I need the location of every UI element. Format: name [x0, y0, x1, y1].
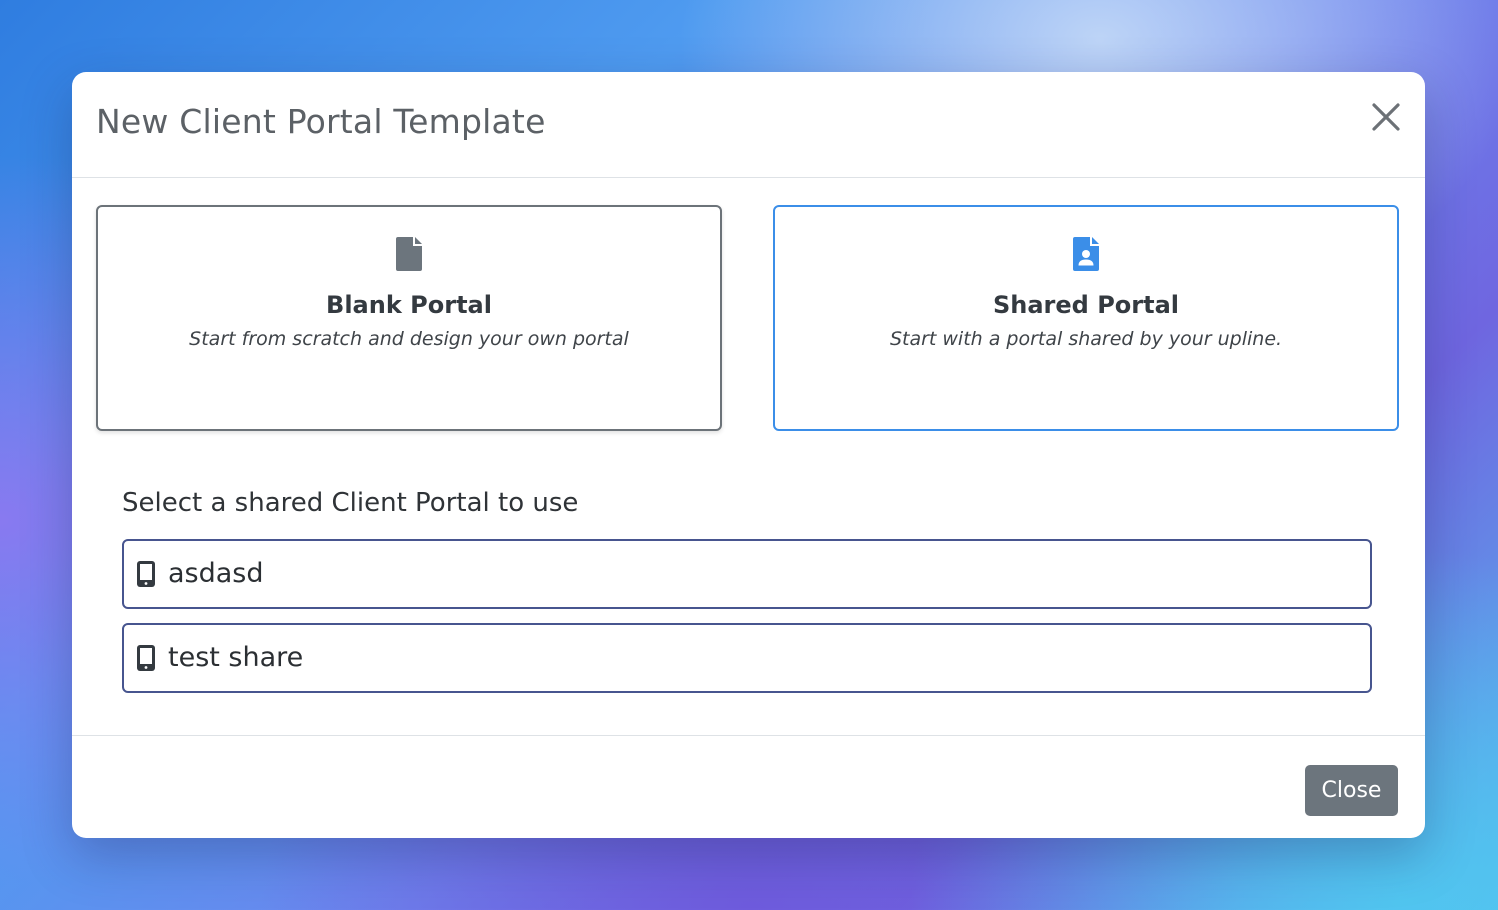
modal-footer: Close: [72, 735, 1425, 838]
shared-portal-description: Start with a portal shared by your uplin…: [889, 328, 1283, 350]
shared-portal-item[interactable]: test share: [122, 623, 1372, 693]
shared-portal-name: test share: [168, 642, 304, 673]
close-icon[interactable]: [1371, 102, 1401, 132]
user-file-icon: [1073, 237, 1099, 271]
new-template-modal: New Client Portal Template Blank Portal …: [72, 72, 1425, 838]
mobile-device-icon: [137, 561, 155, 587]
shared-portal-item[interactable]: asdasd: [122, 539, 1372, 609]
blank-portal-title: Blank Portal: [326, 291, 492, 319]
shared-portal-select-label: Select a shared Client Portal to use: [122, 488, 579, 518]
file-icon: [396, 237, 422, 271]
shared-portal-name: asdasd: [168, 558, 264, 589]
modal-title: New Client Portal Template: [96, 102, 546, 141]
blank-portal-option[interactable]: Blank Portal Start from scratch and desi…: [96, 205, 722, 431]
mobile-device-icon: [137, 645, 155, 671]
modal-header: New Client Portal Template: [72, 72, 1425, 178]
shared-portal-option[interactable]: Shared Portal Start with a portal shared…: [773, 205, 1399, 431]
shared-portal-title: Shared Portal: [992, 291, 1180, 319]
blank-portal-description: Start from scratch and design your own p…: [189, 328, 629, 350]
close-button[interactable]: Close: [1305, 765, 1398, 816]
